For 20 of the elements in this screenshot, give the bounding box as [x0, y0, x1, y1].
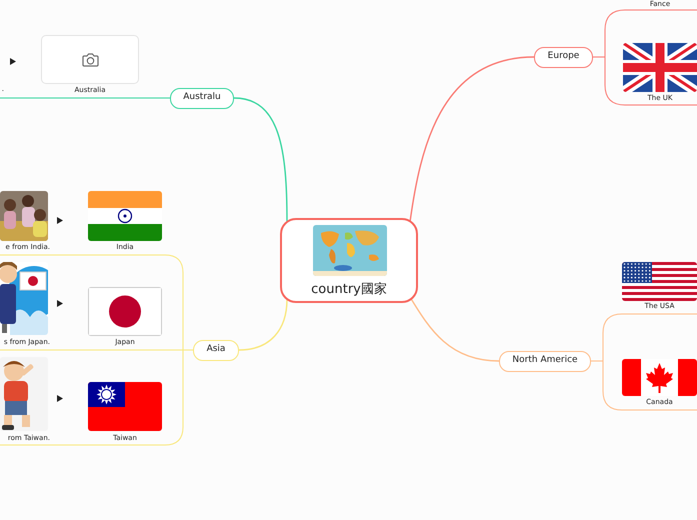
connector-line [238, 298, 288, 351]
branch-topic[interactable]: Australu [170, 88, 234, 109]
branch-topic[interactable]: North Americe [499, 351, 591, 372]
india-flag-icon [88, 191, 162, 241]
triangle-icon [10, 58, 16, 65]
connector-line [592, 56, 606, 58]
connector-line [590, 360, 604, 362]
triangle-icon [57, 217, 63, 224]
uk-flag-icon [623, 43, 697, 92]
japan-flag-icon [88, 287, 162, 336]
canada-flag-icon [622, 359, 697, 396]
branch-topic[interactable]: Asia [193, 340, 239, 361]
usa-flag-icon [622, 262, 697, 301]
central-topic-card[interactable]: country國家 [280, 218, 418, 303]
taiwan-flag-icon [88, 382, 162, 431]
branch-topic[interactable]: Europe [534, 47, 593, 68]
triangle-icon [57, 300, 63, 307]
camera-icon [82, 52, 98, 67]
central-topic-title: country國家 [310, 282, 388, 297]
triangle-icon [57, 395, 63, 402]
